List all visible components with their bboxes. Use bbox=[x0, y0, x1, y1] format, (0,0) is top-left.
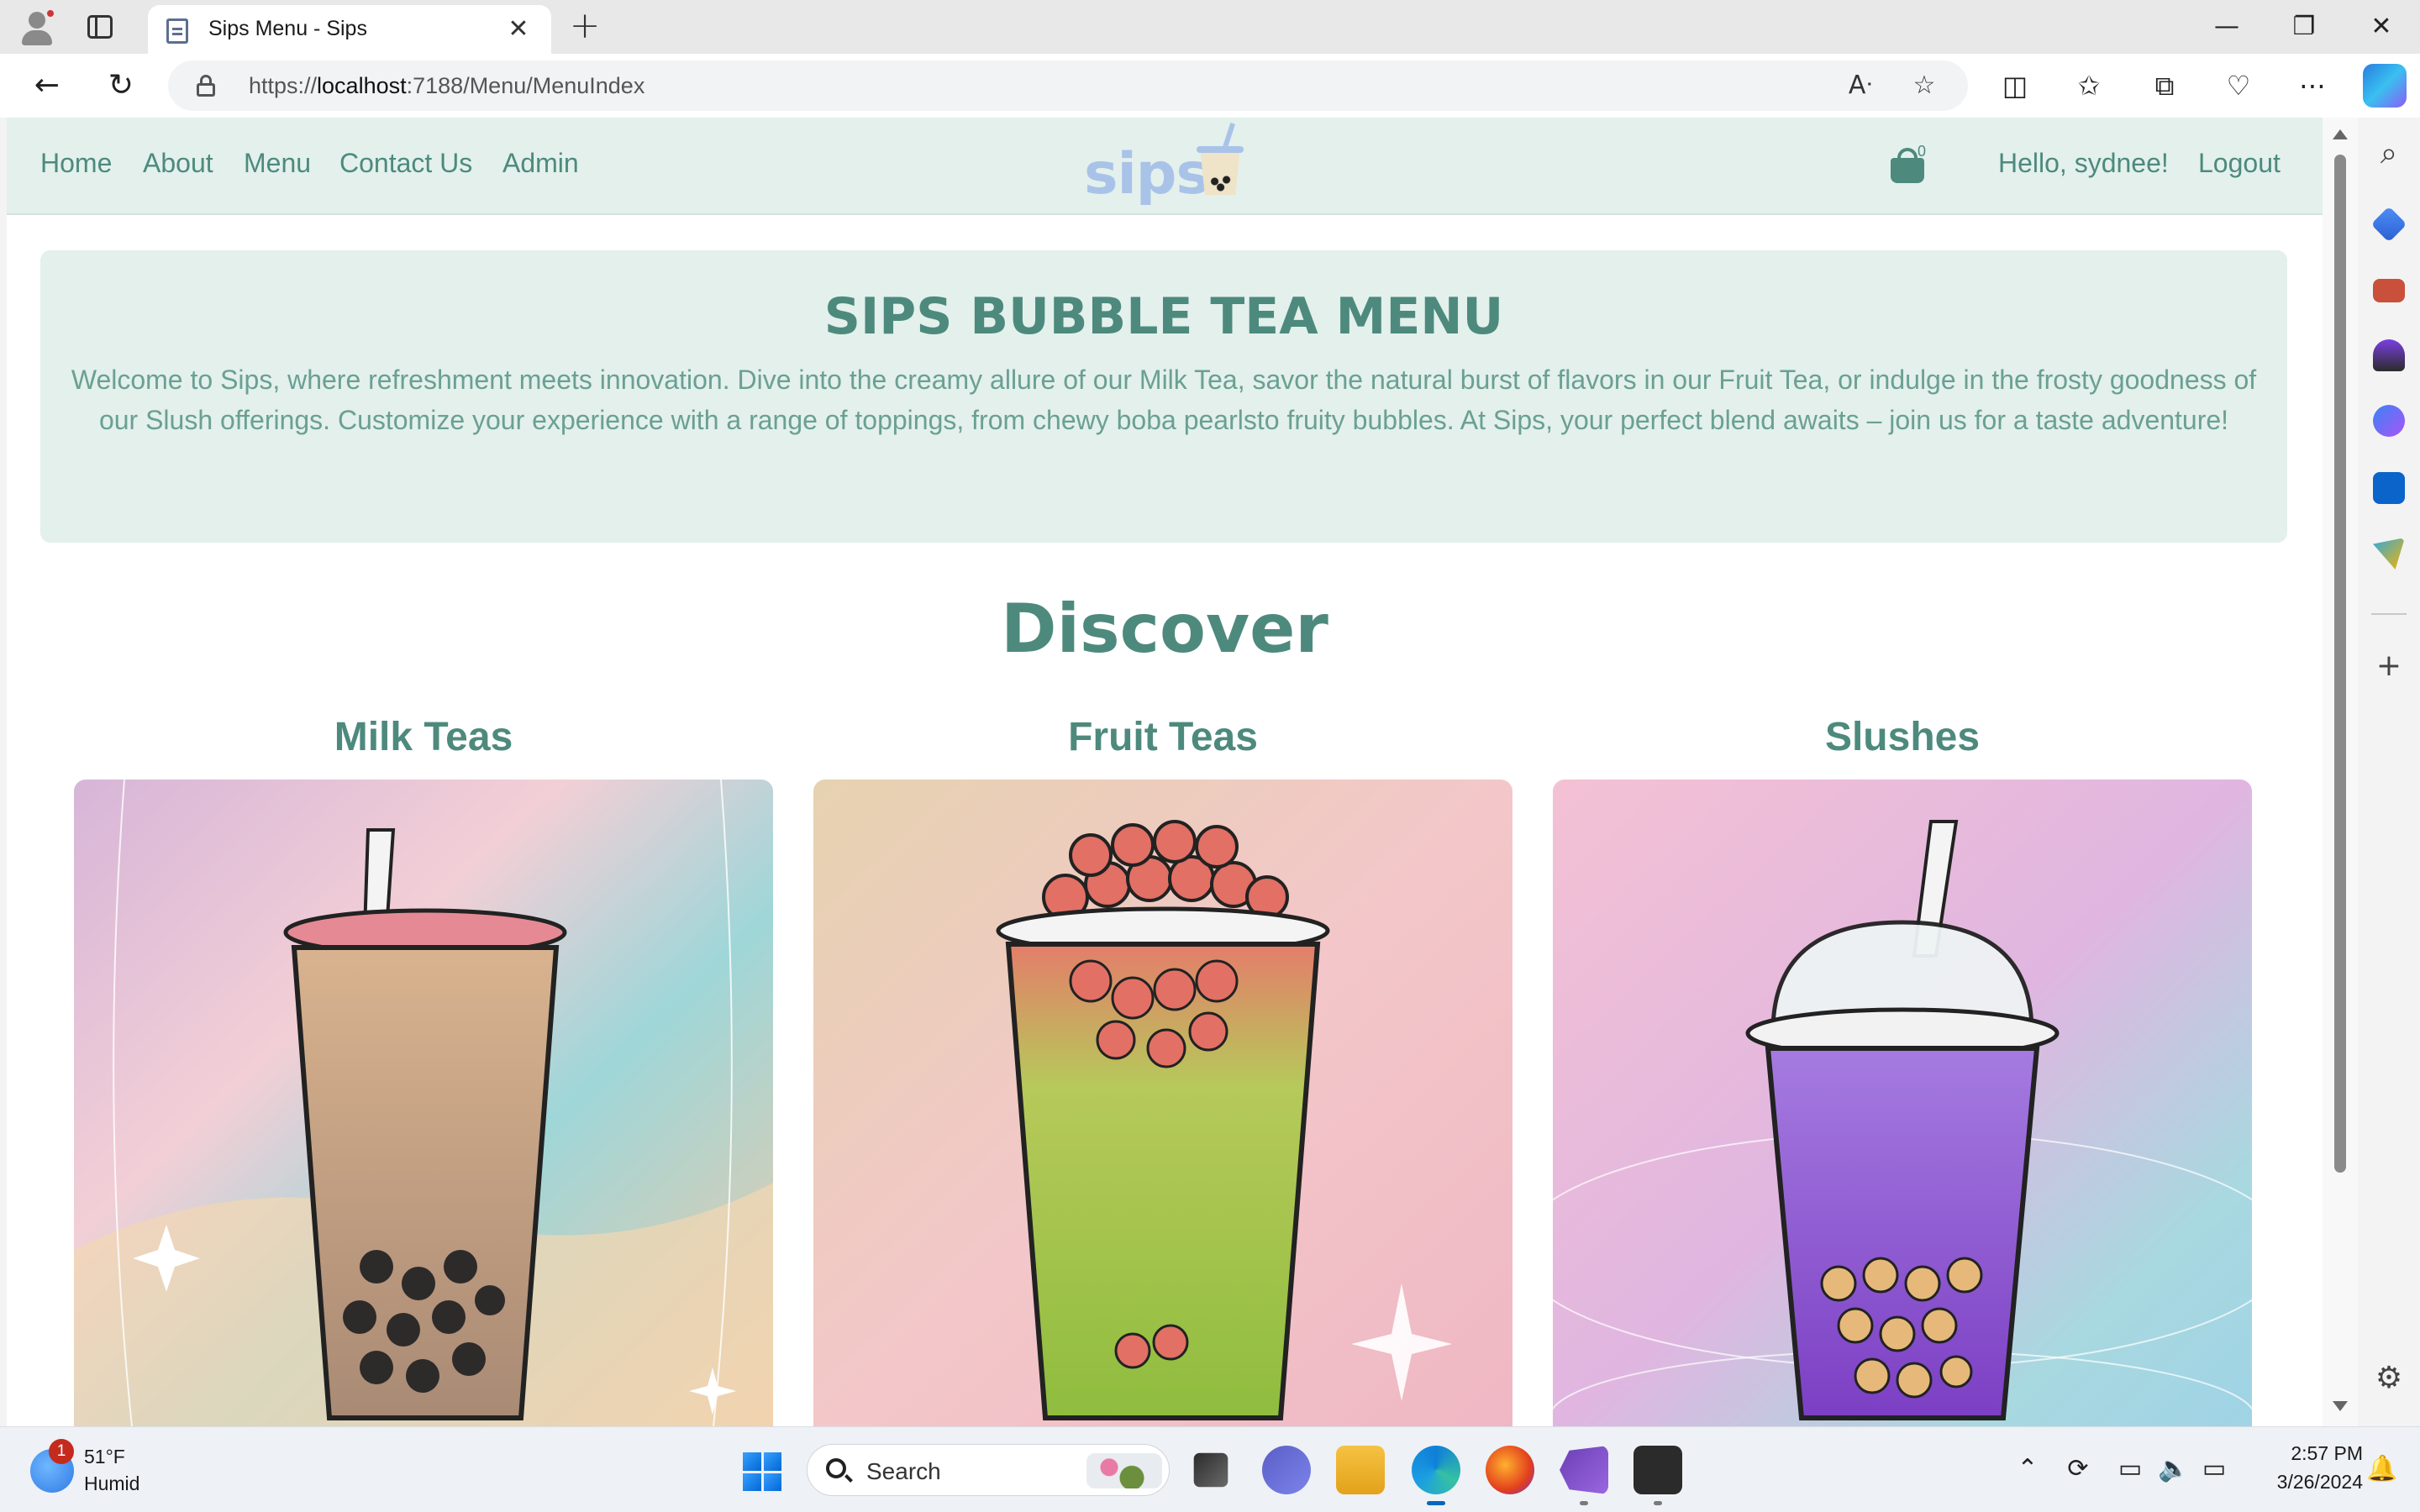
favorite-star-icon[interactable]: ☆ bbox=[1909, 71, 1939, 101]
search-highlight-image bbox=[1086, 1453, 1162, 1488]
battery-icon[interactable]: ▭ bbox=[2198, 1452, 2230, 1486]
shopping-tag-icon[interactable] bbox=[2370, 206, 2407, 243]
page-scrollbar[interactable] bbox=[2323, 118, 2358, 1426]
category-title-milk-teas[interactable]: Milk Teas bbox=[74, 714, 773, 760]
logo-pearls bbox=[1210, 175, 1234, 192]
split-screen-icon[interactable]: ◫ bbox=[1995, 66, 2035, 106]
sips-logo[interactable]: sips bbox=[1084, 123, 1252, 210]
close-window-button[interactable]: ✕ bbox=[2348, 7, 2415, 47]
nav-contact-us[interactable]: Contact Us bbox=[339, 148, 472, 179]
tab-actions-icon[interactable] bbox=[87, 15, 113, 39]
settings-gear-icon[interactable]: ⚙ bbox=[2370, 1359, 2408, 1398]
scroll-thumb[interactable] bbox=[2334, 155, 2346, 1173]
cart-count-badge: 0 bbox=[1918, 143, 1927, 160]
visual-studio-icon[interactable] bbox=[1560, 1446, 1608, 1494]
page-viewport: Home About Menu Contact Us Admin sips 0 … bbox=[7, 118, 2323, 1426]
close-tab-icon[interactable]: ✕ bbox=[504, 15, 533, 44]
copilot-icon[interactable] bbox=[2363, 64, 2407, 108]
sidebar-divider bbox=[2371, 613, 2407, 615]
windows-start-icon[interactable] bbox=[743, 1452, 781, 1491]
nav-menu[interactable]: Menu bbox=[244, 148, 311, 179]
file-explorer-icon[interactable] bbox=[1336, 1446, 1385, 1494]
more-icon[interactable]: ⋯ bbox=[2292, 66, 2333, 106]
weather-description[interactable]: Humid bbox=[84, 1473, 139, 1495]
slush-illustration[interactable] bbox=[1553, 780, 2252, 1426]
lock-icon[interactable] bbox=[197, 75, 215, 97]
category-title-fruit-teas[interactable]: Fruit Teas bbox=[813, 714, 1512, 760]
sync-icon[interactable]: ⟳ bbox=[2062, 1452, 2094, 1486]
fruit-tea-illustration[interactable] bbox=[813, 780, 1512, 1426]
tab-sips-menu[interactable]: Sips Menu - Sips ✕ bbox=[148, 5, 551, 54]
restore-button[interactable]: ❐ bbox=[2270, 7, 2338, 47]
browser-essentials-icon[interactable]: ♡ bbox=[2218, 66, 2259, 106]
reload-button[interactable]: ↻ bbox=[101, 66, 141, 106]
collections-icon[interactable]: ⧉ bbox=[2144, 66, 2185, 106]
task-view-icon[interactable] bbox=[1193, 1452, 1228, 1488]
search-label: Search bbox=[866, 1458, 941, 1484]
nav-home[interactable]: Home bbox=[40, 148, 112, 179]
notification-bell-icon[interactable]: 🔔 bbox=[2366, 1452, 2398, 1486]
clock-date[interactable]: 3/26/2024 bbox=[2252, 1471, 2363, 1494]
weather-temperature[interactable]: 51°F bbox=[84, 1446, 125, 1468]
outlook-icon[interactable] bbox=[2373, 472, 2405, 504]
teams-chat-icon[interactable] bbox=[1262, 1446, 1311, 1494]
edge-active-indicator bbox=[1427, 1501, 1445, 1505]
firefox-icon[interactable] bbox=[1486, 1446, 1534, 1494]
category-title-slushes[interactable]: Slushes bbox=[1553, 714, 2252, 760]
favorites-icon[interactable]: ✩ bbox=[2069, 66, 2109, 106]
new-tab-button[interactable]: + bbox=[568, 8, 602, 45]
minimize-button[interactable]: — bbox=[2193, 7, 2260, 47]
search-icon[interactable]: ⌕ bbox=[2370, 134, 2408, 173]
terminal-running-indicator bbox=[1654, 1501, 1662, 1505]
profile-icon[interactable] bbox=[18, 8, 55, 45]
discover-heading: Discover bbox=[1001, 590, 1328, 668]
nav-about[interactable]: About bbox=[143, 148, 213, 179]
tab-title: Sips Menu - Sips bbox=[208, 17, 367, 40]
nav-admin[interactable]: Admin bbox=[502, 148, 579, 179]
weather-badge: 1 bbox=[49, 1439, 74, 1464]
tools-briefcase-icon[interactable] bbox=[2373, 279, 2405, 302]
clock-time[interactable]: 2:57 PM bbox=[2269, 1442, 2363, 1465]
page-icon bbox=[166, 18, 188, 44]
taskbar-search[interactable]: Search bbox=[807, 1444, 1170, 1496]
show-hidden-icons-chevron-up-icon[interactable]: ⌃ bbox=[2012, 1452, 2044, 1486]
browser-toolbar: ← ↻ https://localhost:7188/Menu/MenuInde… bbox=[0, 54, 2420, 118]
search-icon bbox=[826, 1458, 846, 1478]
volume-icon[interactable]: 🔈 bbox=[2158, 1452, 2190, 1486]
visual-studio-running-indicator bbox=[1580, 1501, 1588, 1505]
edge-sidebar: ⌕ + ⚙ bbox=[2358, 118, 2420, 1428]
url-text[interactable]: https://localhost:7188/Menu/MenuIndex bbox=[249, 73, 644, 99]
user-greeting[interactable]: Hello, sydnee! bbox=[1998, 148, 2169, 179]
address-bar[interactable]: https://localhost:7188/Menu/MenuIndex Aᐧ… bbox=[168, 60, 1968, 111]
site-navbar: Home About Menu Contact Us Admin sips 0 … bbox=[7, 118, 2323, 215]
network-icon[interactable]: ▭ bbox=[2114, 1452, 2146, 1486]
menu-hero: SIPS BUBBLE TEA MENU Welcome to Sips, wh… bbox=[40, 250, 2287, 543]
drop-send-icon[interactable] bbox=[2373, 538, 2405, 570]
microsoft-365-icon[interactable] bbox=[2373, 405, 2405, 437]
logout-link[interactable]: Logout bbox=[2198, 148, 2281, 179]
add-icon[interactable]: + bbox=[2370, 647, 2408, 685]
games-icon[interactable] bbox=[2373, 339, 2405, 371]
milk-tea-illustration[interactable] bbox=[74, 780, 773, 1426]
page-title: SIPS BUBBLE TEA MENU bbox=[823, 287, 1504, 346]
hero-description: Welcome to Sips, where refreshment meets… bbox=[71, 365, 2257, 435]
windows-taskbar: 1 51°F Humid Search ⌃ ⟳ ▭ 🔈 ▭ 2:57 PM 3/… bbox=[0, 1426, 2420, 1512]
edge-browser-icon[interactable] bbox=[1412, 1446, 1460, 1494]
back-button[interactable]: ← bbox=[27, 66, 67, 106]
browser-title-bar: Sips Menu - Sips ✕ + — ❐ ✕ bbox=[0, 0, 2420, 54]
logo-lid bbox=[1197, 146, 1244, 153]
logo-text: sips bbox=[1084, 141, 1210, 207]
scroll-up-arrow-icon[interactable] bbox=[2333, 129, 2348, 139]
scroll-down-arrow-icon[interactable] bbox=[2333, 1401, 2348, 1411]
terminal-icon[interactable] bbox=[1634, 1446, 1682, 1494]
read-aloud-icon[interactable]: Aᐧ bbox=[1845, 71, 1876, 101]
